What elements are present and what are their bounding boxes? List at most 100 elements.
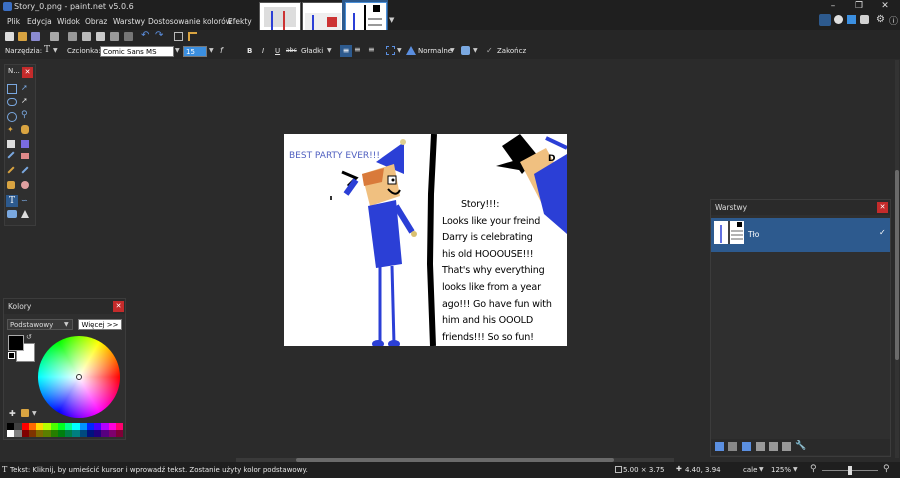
close-colors-panel-button[interactable]: ✕ <box>113 301 124 312</box>
font-rendering-icon[interactable]: f <box>220 46 223 55</box>
menu-layers[interactable]: Warstwy <box>113 17 145 26</box>
close-layers-panel-button[interactable]: ✕ <box>877 202 888 213</box>
undo-icon[interactable]: ↶ <box>141 30 149 41</box>
palette-swatch[interactable] <box>43 430 51 437</box>
new-image-icon[interactable] <box>5 32 14 41</box>
clone-stamp-icon[interactable] <box>7 181 15 189</box>
copy-icon[interactable] <box>82 32 91 41</box>
layers-toggle-icon[interactable] <box>847 15 856 24</box>
palette-swatch[interactable] <box>94 430 102 437</box>
move-selection-icon[interactable]: ➚ <box>21 96 28 105</box>
palette-swatch[interactable] <box>43 423 51 430</box>
reset-colors-icon[interactable] <box>8 352 15 359</box>
font-size-input[interactable]: 15 <box>183 46 207 57</box>
more-colors-button[interactable]: Więcej >> <box>78 319 122 330</box>
chevron-down-icon[interactable]: ▼ <box>53 47 58 54</box>
add-color-icon[interactable]: ✚ <box>9 409 16 418</box>
minimize-button[interactable]: – <box>820 1 846 13</box>
align-center-icon[interactable]: ≡ <box>354 45 361 54</box>
layer-properties-icon[interactable]: 🔧 <box>795 441 806 451</box>
ruler-toggle-icon[interactable] <box>188 32 197 41</box>
blend-mode-select[interactable]: Normalne <box>418 47 452 55</box>
align-right-icon[interactable]: ≡ <box>368 45 375 54</box>
palette-swatch[interactable] <box>65 423 73 430</box>
palette-swatch[interactable] <box>14 423 22 430</box>
line-curve-icon[interactable]: ∽ <box>21 196 28 205</box>
palette-swatch[interactable] <box>72 423 80 430</box>
deselect-icon[interactable] <box>124 32 133 41</box>
move-layer-up-icon[interactable] <box>769 442 778 451</box>
palette-swatch[interactable] <box>14 430 22 437</box>
palette-swatch[interactable] <box>79 430 87 437</box>
palette-swatch[interactable] <box>72 430 80 437</box>
palette-swatch[interactable] <box>57 430 65 437</box>
magic-wand-icon[interactable]: ✦ <box>7 125 14 134</box>
zoom-slider-thumb[interactable] <box>848 466 852 475</box>
units-select[interactable]: cale <box>743 466 757 474</box>
chevron-down-icon[interactable]: ▼ <box>473 47 478 54</box>
color-wheel-cursor[interactable] <box>76 374 82 380</box>
menu-image[interactable]: Obraz <box>85 17 107 26</box>
move-selected-icon[interactable]: ➚ <box>21 83 28 92</box>
maximize-button[interactable]: ❐ <box>846 1 872 13</box>
chevron-down-icon[interactable]: ▼ <box>450 47 455 54</box>
chevron-down-icon[interactable]: ▼ <box>327 47 332 54</box>
palette-swatch[interactable] <box>50 430 58 437</box>
palette-swatch[interactable] <box>7 423 15 430</box>
help-icon[interactable]: ⓘ <box>889 14 898 27</box>
open-file-icon[interactable] <box>18 32 27 41</box>
sampling-icon[interactable] <box>461 46 470 55</box>
zoom-level[interactable]: 125% <box>771 466 791 474</box>
palette-swatch[interactable] <box>94 423 102 430</box>
cut-icon[interactable] <box>68 32 77 41</box>
colors-toggle-icon[interactable] <box>860 15 869 24</box>
antialiasing-select[interactable]: Gładki <box>301 47 323 55</box>
palette-swatch[interactable] <box>50 423 58 430</box>
zoom-in-icon[interactable]: ⚲ <box>883 464 890 474</box>
close-tools-panel-button[interactable]: ✕ <box>22 67 33 78</box>
swap-colors-icon[interactable]: ↺ <box>26 333 32 341</box>
palette-swatch[interactable] <box>79 423 87 430</box>
grid-toggle-icon[interactable] <box>174 32 183 41</box>
palette-swatch[interactable] <box>115 423 123 430</box>
chevron-down-icon[interactable]: ▼ <box>175 47 180 54</box>
palette-swatch[interactable] <box>7 430 15 437</box>
delete-layer-icon[interactable] <box>728 442 737 451</box>
vertical-scrollbar-thumb[interactable] <box>895 170 899 360</box>
lasso-select-icon[interactable] <box>7 98 17 106</box>
pan-hand-icon[interactable] <box>21 125 29 134</box>
menu-edit[interactable]: Edycja <box>27 17 52 26</box>
paint-bucket-icon[interactable] <box>7 140 15 148</box>
palette-swatch[interactable] <box>108 423 116 430</box>
text-tool-icon[interactable]: T <box>44 45 50 55</box>
chevron-down-icon[interactable]: ▼ <box>389 16 394 24</box>
palette-swatch[interactable] <box>86 423 94 430</box>
palette-swatch[interactable] <box>28 423 36 430</box>
gradient-icon[interactable] <box>21 140 29 148</box>
pencil-icon[interactable] <box>7 166 15 174</box>
shapes-triangle-icon[interactable] <box>21 210 29 218</box>
history-toggle-icon[interactable] <box>834 15 843 24</box>
font-select[interactable]: Comic Sans MS <box>100 46 174 57</box>
palette-swatch[interactable] <box>36 430 44 437</box>
paste-icon[interactable] <box>96 32 105 41</box>
menu-adjustments[interactable]: Dostosowanie kolorów <box>148 17 232 26</box>
finish-check-icon[interactable]: ✓ <box>486 46 493 55</box>
save-icon[interactable] <box>31 32 40 41</box>
print-icon[interactable] <box>50 32 59 41</box>
align-left-icon[interactable]: ≡ <box>340 45 352 57</box>
text-tool-selected-icon[interactable]: T <box>6 195 18 207</box>
duplicate-layer-icon[interactable] <box>742 442 751 451</box>
redo-icon[interactable]: ↷ <box>155 30 163 41</box>
move-layer-down-icon[interactable] <box>782 442 791 451</box>
palette-swatch[interactable] <box>108 430 116 437</box>
chevron-down-icon[interactable]: ▼ <box>32 410 37 417</box>
palette-icon[interactable] <box>21 409 29 417</box>
zoom-icon[interactable]: ⚲ <box>21 110 28 120</box>
underline-button[interactable]: U <box>275 47 280 55</box>
shapes-icon[interactable] <box>7 210 17 218</box>
menu-file[interactable]: Plik <box>7 17 20 26</box>
crop-to-selection-icon[interactable] <box>110 32 119 41</box>
selection-mode-icon[interactable] <box>386 46 395 55</box>
layer-visibility-checkbox[interactable]: ✓ <box>879 228 886 237</box>
